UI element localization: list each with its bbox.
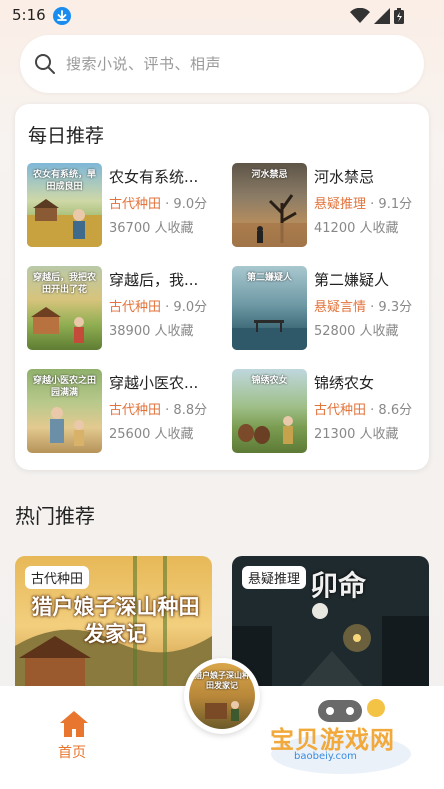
book-title: 农女有系统... [109, 168, 199, 186]
book-cover: 河水禁忌 [232, 163, 307, 247]
book-meta: 悬疑言情 · 9.3分 [314, 300, 413, 315]
book-meta: 古代种田 · 9.0分 [109, 197, 208, 212]
hot-card-tag: 悬疑推理 [242, 566, 307, 589]
book-title: 穿越后，我... [109, 271, 199, 289]
book-favorites: 38900 人收藏 [109, 324, 194, 339]
book-score: 9.0分 [173, 197, 208, 212]
book-cover-text: 穿越后，我把农田开出了花 [32, 273, 96, 295]
book-score: 9.0分 [173, 300, 208, 315]
book-item[interactable]: 穿越小医农之田园满满 穿越小医农... 古代种田 · 8.8分 25600 人收… [27, 369, 217, 457]
now-playing-cover-text: 猎户娘子深山种田发家记 [194, 671, 250, 690]
book-genre: 古代种田 [109, 300, 162, 315]
book-cover-text: 锦绣农女 [251, 376, 288, 386]
watermark-url: baobeiy.com [294, 751, 357, 762]
watermark: 宝贝游戏网 baobeiy.com [266, 694, 416, 778]
now-playing-cover: 猎户娘子深山种田发家记 [189, 663, 255, 729]
nav-home-label: 首页 [58, 745, 86, 761]
book-title: 第二嫌疑人 [314, 271, 390, 289]
hot-card[interactable]: 古代种田 猎户娘子深山种田发家记 [15, 556, 212, 696]
now-playing-disc[interactable]: 猎户娘子深山种田发家记 [184, 658, 260, 734]
book-item[interactable]: 锦绣农女 锦绣农女 古代种田 · 8.6分 21300 人收藏 [232, 369, 422, 457]
book-item[interactable]: 河水禁忌 河水禁忌 悬疑推理 · 9.1分 41200 人收藏 [232, 163, 422, 251]
book-favorites: 36700 人收藏 [109, 221, 194, 236]
book-genre: 古代种田 [109, 403, 162, 418]
book-genre: 古代种田 [314, 403, 367, 418]
signal-icon [374, 8, 390, 24]
hot-card[interactable]: 悬疑推理 卯命 [232, 556, 429, 696]
download-icon [53, 7, 71, 25]
book-title: 河水禁忌 [314, 168, 375, 186]
hot-card-tag: 古代种田 [25, 566, 90, 589]
book-cover: 农女有系统，旱田成良田 [27, 163, 102, 247]
book-title: 穿越小医农... [109, 374, 199, 392]
book-meta: 古代种田 · 8.6分 [314, 403, 413, 418]
daily-recommend-title: 每日推荐 [28, 125, 105, 147]
book-favorites: 52800 人收藏 [314, 324, 399, 339]
book-cover: 穿越后，我把农田开出了花 [27, 266, 102, 350]
book-item[interactable]: 穿越后，我把农田开出了花 穿越后，我... 古代种田 · 9.0分 38900 … [27, 266, 217, 354]
search-placeholder: 搜索小说、评书、相声 [66, 55, 222, 73]
book-title: 锦绣农女 [314, 374, 375, 392]
book-score: 9.3分 [378, 300, 413, 315]
book-genre: 悬疑推理 [314, 197, 367, 212]
book-item[interactable]: 农女有系统，旱田成良田 农女有系统... 古代种田 · 9.0分 36700 人… [27, 163, 217, 251]
watermark-text: 宝贝游戏网 [270, 726, 395, 754]
book-cover-text: 农女有系统，旱田成良田 [32, 170, 96, 192]
book-cover: 穿越小医农之田园满满 [27, 369, 102, 453]
search-bar[interactable]: 搜索小说、评书、相声 [20, 35, 424, 93]
hot-card-cover-title: 卯命 [310, 569, 367, 602]
status-time: 5:16 [12, 6, 46, 24]
book-meta: 古代种田 · 9.0分 [109, 300, 208, 315]
book-score: 8.6分 [378, 403, 413, 418]
book-genre: 古代种田 [109, 197, 162, 212]
book-favorites: 21300 人收藏 [314, 427, 399, 442]
book-favorites: 41200 人收藏 [314, 221, 399, 236]
book-score: 9.1分 [378, 197, 413, 212]
book-favorites: 25600 人收藏 [109, 427, 194, 442]
system-status-icons [350, 8, 410, 24]
book-cover-text: 穿越小医农之田园满满 [32, 376, 96, 398]
book-genre: 悬疑言情 [314, 300, 367, 315]
book-cover-text: 河水禁忌 [251, 170, 288, 180]
home-icon [60, 711, 88, 737]
hot-recommend-title: 热门推荐 [15, 504, 95, 528]
status-bar: 5:16 [0, 0, 444, 32]
book-meta: 悬疑推理 · 9.1分 [314, 197, 413, 212]
hot-card-cover-title: 猎户娘子深山种田发家记 [31, 595, 200, 646]
book-score: 8.8分 [173, 403, 208, 418]
search-icon [35, 54, 55, 74]
book-cover: 第二嫌疑人 [232, 266, 307, 350]
book-cover: 锦绣农女 [232, 369, 307, 453]
battery-icon [394, 8, 404, 24]
book-meta: 古代种田 · 8.8分 [109, 403, 208, 418]
book-cover-text: 第二嫌疑人 [246, 273, 292, 283]
book-item[interactable]: 第二嫌疑人 第二嫌疑人 悬疑言情 · 9.3分 52800 人收藏 [232, 266, 422, 354]
daily-recommend-card: 每日推荐 农女有系统，旱田成良田 农女有系统... 古代种田 · 9.0分 36… [15, 104, 429, 470]
wifi-icon [350, 8, 370, 23]
